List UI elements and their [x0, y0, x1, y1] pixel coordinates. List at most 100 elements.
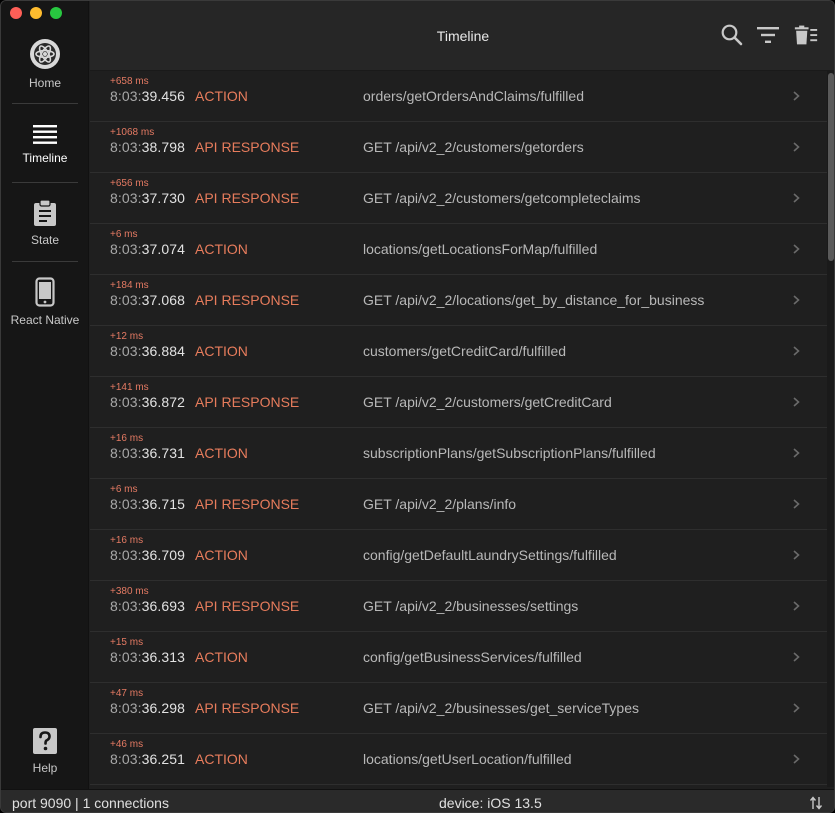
event-name: config/getDefaultLaundrySettings/fulfill… — [363, 547, 617, 563]
sidebar-item-label: Help — [32, 760, 58, 775]
event-name: GET /api/v2_2/plans/info — [363, 496, 517, 512]
timestamp-prefix: 8:03: — [110, 649, 142, 665]
event-type: API RESPONSE — [195, 190, 300, 206]
timestamp: 8:03:37.730 — [110, 190, 185, 206]
sidebar-item-help[interactable]: Help — [1, 711, 89, 790]
timestamp-prefix: 8:03: — [110, 598, 142, 614]
minimize-window-button[interactable] — [30, 7, 42, 19]
event-name: customers/getCreditCard/fulfilled — [363, 343, 567, 359]
chevron-right-icon[interactable] — [790, 292, 802, 308]
timeline-row[interactable]: +6 ms 8:03:36.715 API RESPONSE GET /api/v2_… — [90, 479, 827, 530]
sidebar-item-timeline[interactable]: Timeline — [1, 104, 89, 183]
time-delta: +6 ms — [110, 229, 138, 240]
chevron-right-icon[interactable] — [790, 649, 802, 665]
timestamp-prefix: 8:03: — [110, 88, 142, 104]
timestamp-prefix: 8:03: — [110, 241, 142, 257]
list-icon — [33, 124, 57, 144]
timeline-row[interactable]: +141 ms 8:03:36.872 API RESPONSE GET /api/v… — [90, 377, 827, 428]
timeline-row[interactable]: +16 ms 8:03:36.709 ACTION config/getDefault… — [90, 530, 827, 581]
timestamp-prefix: 8:03: — [110, 190, 142, 206]
timestamp: 8:03:37.074 — [110, 241, 185, 257]
search-icon[interactable] — [720, 23, 744, 47]
timestamp: 8:03:36.693 — [110, 598, 185, 614]
timeline-row[interactable]: +6 ms 8:03:37.074 ACTION locations/getLocat… — [90, 224, 827, 275]
chevron-right-icon[interactable] — [790, 445, 802, 461]
chevron-right-icon[interactable] — [790, 547, 802, 563]
event-type: ACTION — [195, 445, 248, 461]
sidebar-item-home[interactable]: Home — [1, 24, 89, 103]
timestamp: 8:03:36.715 — [110, 496, 185, 512]
sidebar: Home Timeline State React Native Help — [1, 1, 89, 789]
chevron-right-icon[interactable] — [790, 700, 802, 716]
chevron-right-icon[interactable] — [790, 241, 802, 257]
timestamp-seconds: 36.298 — [141, 700, 186, 716]
time-delta: +380 ms — [110, 586, 149, 597]
timeline-list[interactable]: +658 ms 8:03:39.456 ACTION orders/getOrders… — [90, 71, 827, 787]
timestamp-seconds: 37.074 — [141, 241, 186, 257]
timeline-row[interactable]: +47 ms 8:03:36.298 API RESPONSE GET /api/v2… — [90, 683, 827, 734]
timeline-row[interactable]: +656 ms 8:03:37.730 API RESPONSE GET /api/v… — [90, 173, 827, 224]
time-delta: +658 ms — [110, 76, 149, 87]
timeline-row[interactable]: +12 ms 8:03:36.884 ACTION customers/getCred… — [90, 326, 827, 377]
event-name: subscriptionPlans/getSubscriptionPlans/f… — [363, 445, 656, 461]
event-type: API RESPONSE — [195, 496, 300, 512]
timeline-row[interactable]: +658 ms 8:03:39.456 ACTION orders/getOrders… — [90, 71, 827, 122]
timestamp-prefix: 8:03: — [110, 496, 142, 512]
timeline-row[interactable]: +15 ms 8:03:36.313 ACTION config/getBusines… — [90, 632, 827, 683]
maximize-window-button[interactable] — [50, 7, 62, 19]
timeline-row[interactable]: +46 ms 8:03:36.251 ACTION locations/getUser… — [90, 734, 827, 785]
chevron-right-icon[interactable] — [790, 394, 802, 410]
time-delta: +12 ms — [110, 331, 144, 342]
timestamp: 8:03:36.884 — [110, 343, 185, 359]
timeline-row[interactable]: +16 ms 8:03:36.731 ACTION subscriptionPlans… — [90, 428, 827, 479]
scrollbar[interactable] — [827, 71, 834, 787]
time-delta: +141 ms — [110, 382, 149, 393]
timestamp: 8:03:37.068 — [110, 292, 185, 308]
sidebar-item-state[interactable]: State — [1, 183, 89, 262]
timestamp-seconds: 36.693 — [141, 598, 186, 614]
chevron-right-icon[interactable] — [790, 496, 802, 512]
sidebar-item-label: State — [30, 232, 60, 247]
timestamp: 8:03:36.872 — [110, 394, 185, 410]
event-type: ACTION — [195, 751, 248, 767]
trash-icon[interactable] — [794, 23, 818, 47]
event-name: config/getBusinessServices/fulfilled — [363, 649, 582, 665]
timestamp-seconds: 39.456 — [141, 88, 186, 104]
timeline-row[interactable]: +184 ms 8:03:37.068 API RESPONSE GET /api/v… — [90, 275, 827, 326]
timestamp-prefix: 8:03: — [110, 445, 142, 461]
sidebar-item-react-native[interactable]: React Native — [1, 262, 89, 341]
chevron-right-icon[interactable] — [790, 343, 802, 359]
time-delta: +6 ms — [110, 484, 138, 495]
time-delta: +16 ms — [110, 535, 144, 546]
event-name: GET /api/v2_2/customers/getorders — [363, 139, 584, 155]
chevron-right-icon[interactable] — [790, 598, 802, 614]
chevron-right-icon[interactable] — [790, 88, 802, 104]
timeline-row[interactable]: +1068 ms 8:03:38.798 API RESPONSE GET /api/… — [90, 122, 827, 173]
timestamp-seconds: 36.313 — [141, 649, 186, 665]
timestamp: 8:03:36.251 — [110, 751, 185, 767]
timestamp-prefix: 8:03: — [110, 139, 142, 155]
timeline-row[interactable]: +380 ms 8:03:36.693 API RESPONSE GET /api/v… — [90, 581, 827, 632]
connection-status: port 9090 | 1 connections — [12, 795, 169, 811]
reactotron-logo-icon — [30, 38, 60, 69]
chevron-right-icon[interactable] — [790, 139, 802, 155]
timestamp-seconds: 37.730 — [141, 190, 186, 206]
timestamp: 8:03:39.456 — [110, 88, 185, 104]
status-bar: port 9090 | 1 connections device: iOS 13… — [1, 789, 834, 812]
filter-icon[interactable] — [756, 23, 780, 47]
timestamp-seconds: 36.709 — [141, 547, 186, 563]
event-type: API RESPONSE — [195, 139, 300, 155]
sort-icon[interactable] — [809, 795, 823, 811]
event-name: locations/getLocationsForMap/fulfilled — [363, 241, 598, 257]
timestamp: 8:03:38.798 — [110, 139, 185, 155]
timestamp: 8:03:36.709 — [110, 547, 185, 563]
timestamp-seconds: 36.884 — [141, 343, 186, 359]
chevron-right-icon[interactable] — [790, 751, 802, 767]
scrollbar-thumb[interactable] — [828, 73, 834, 261]
close-window-button[interactable] — [10, 7, 22, 19]
timeline-header: Timeline — [90, 1, 834, 71]
time-delta: +47 ms — [110, 688, 144, 699]
chevron-right-icon[interactable] — [790, 190, 802, 206]
event-name: orders/getOrdersAndClaims/fulfilled — [363, 88, 584, 104]
help-icon — [33, 727, 57, 754]
